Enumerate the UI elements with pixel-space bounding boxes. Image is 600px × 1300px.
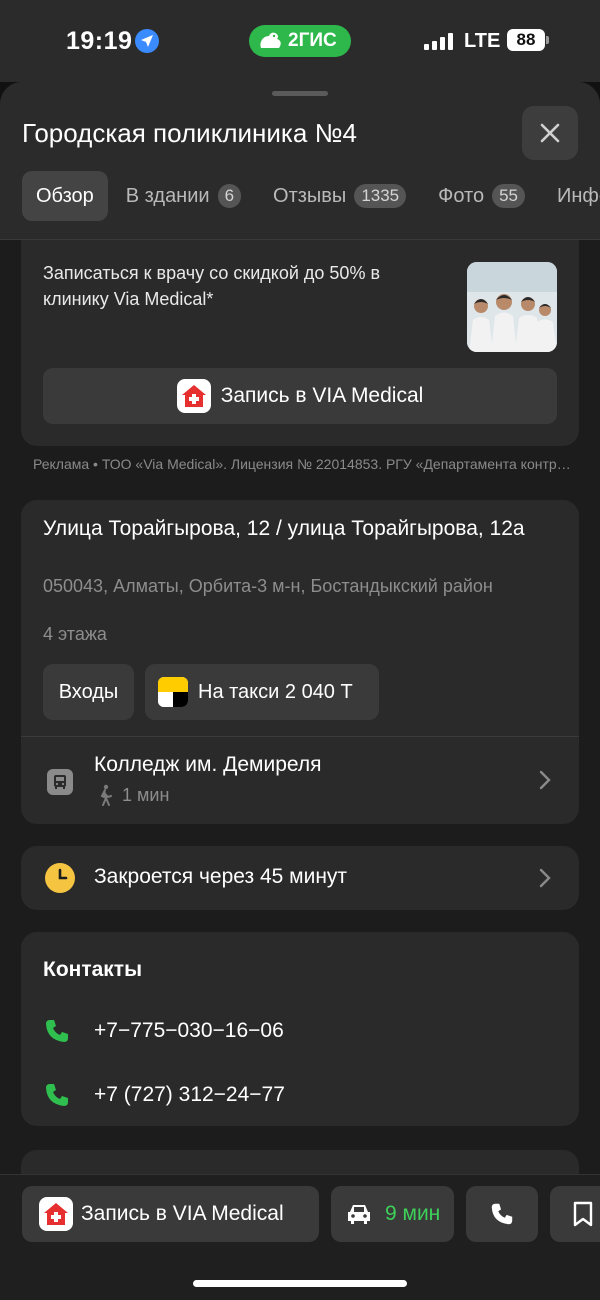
entrances-label: Входы [58,680,119,703]
bus-icon [47,769,73,795]
status-bar: 19:19 2ГИС LTE 88 [0,0,600,82]
book-appointment-button[interactable]: Запись в VIA Medical [22,1186,319,1242]
place-sheet: Городская поликлиника №4 Обзор В здании … [0,82,600,1300]
chevron-right-icon [539,770,551,790]
tab-info[interactable]: Инфо [543,171,600,221]
tab-in-building[interactable]: В здании 6 [112,171,255,221]
address-street[interactable]: Улица Торайгырова, 12 / улица Торайгыров… [43,514,553,543]
2gis-bird-icon [260,32,281,48]
entrances-button[interactable]: Входы [43,664,134,720]
phone-number: +7 (727) 312−24−77 [94,1083,285,1106]
tab-overview[interactable]: Обзор [22,171,108,221]
close-button[interactable] [522,106,578,160]
signal-icon [424,33,453,50]
building-floors: 4 этажа [43,624,107,644]
ad-disclaimer: Реклама • ТОО «Via Medical». Лицензия № … [33,456,573,472]
walking-icon [100,784,112,806]
tab-label: Инфо [557,184,600,207]
book-appointment-label: Запись в VIA Medical [81,1202,284,1225]
contacts-title: Контакты [43,958,143,981]
taxi-button[interactable]: На такси 2 040 Т [145,664,379,720]
location-arrow-icon [135,29,159,53]
address-details: 050043, Алматы, Орбита-3 м-н, Бостандыкс… [43,576,493,596]
medical-house-icon [39,1197,73,1231]
medical-house-icon [176,379,211,413]
sheet-header: Городская поликлиника №4 Обзор В здании … [0,82,600,240]
ad-text: Записаться к врачу со скидкой до 50% в к… [43,263,381,309]
tab-count: 1335 [354,184,407,208]
ad-image [467,262,557,352]
sheet-grabber[interactable] [272,91,328,96]
tab-label: В здании [125,184,210,207]
tab-count: 6 [217,184,242,208]
phone-row[interactable]: +7−775−030−16−06 [43,1016,284,1046]
app-badge[interactable]: 2ГИС [249,25,351,57]
stop-name: Колледж им. Демиреля [94,753,322,776]
hours-status: Закроется через 45 минут [94,865,348,888]
route-button[interactable]: 9 мин [331,1186,454,1242]
phone-icon [491,1203,513,1225]
ad-card[interactable]: Записаться к врачу со скидкой до 50% в к… [21,240,579,446]
address-card: Улица Торайгырова, 12 / улица Торайгыров… [21,500,579,824]
page-title: Городская поликлиника №4 [22,118,357,148]
tab-count: 55 [492,184,526,208]
bookmark-icon [573,1201,593,1227]
bookmark-button[interactable] [550,1186,600,1242]
tab-label: Отзывы [273,184,347,207]
walk-time: 1 мин [122,785,170,805]
tab-label: Обзор [36,184,94,207]
tab-label: Фото [438,184,485,207]
tab-reviews[interactable]: Отзывы 1335 [259,171,420,221]
status-time: 19:19 [66,27,133,55]
battery-icon: 88 [507,29,545,51]
contacts-card: Контакты +7−775−030−16−06 +7 (727) 312−2… [21,932,579,1126]
app-badge-label: 2ГИС [288,30,337,51]
car-icon [348,1205,370,1224]
ad-book-button-label: Запись в VIA Medical [220,384,424,407]
opening-hours-row[interactable]: Закроется через 45 минут [21,846,579,910]
phone-icon [46,1020,68,1042]
close-icon [540,123,560,143]
phone-icon [46,1084,68,1106]
network-type: LTE [464,30,501,52]
chevron-right-icon [539,868,551,888]
taxi-label: На такси 2 040 Т [198,680,353,703]
divider [21,736,579,737]
tab-bar: Обзор В здании 6 Отзывы 1335 Фото 55 Инф… [22,171,600,221]
clock-icon [45,863,75,893]
phone-row[interactable]: +7 (727) 312−24−77 [43,1080,285,1110]
tab-photos[interactable]: Фото 55 [424,171,539,221]
battery-tip [546,36,549,44]
phone-number: +7−775−030−16−06 [94,1019,284,1042]
route-eta: 9 мин [385,1202,441,1225]
call-button[interactable] [466,1186,538,1242]
home-indicator[interactable] [193,1280,407,1287]
ad-book-button[interactable]: Запись в VIA Medical [43,368,557,424]
yandex-taxi-icon [158,677,188,707]
